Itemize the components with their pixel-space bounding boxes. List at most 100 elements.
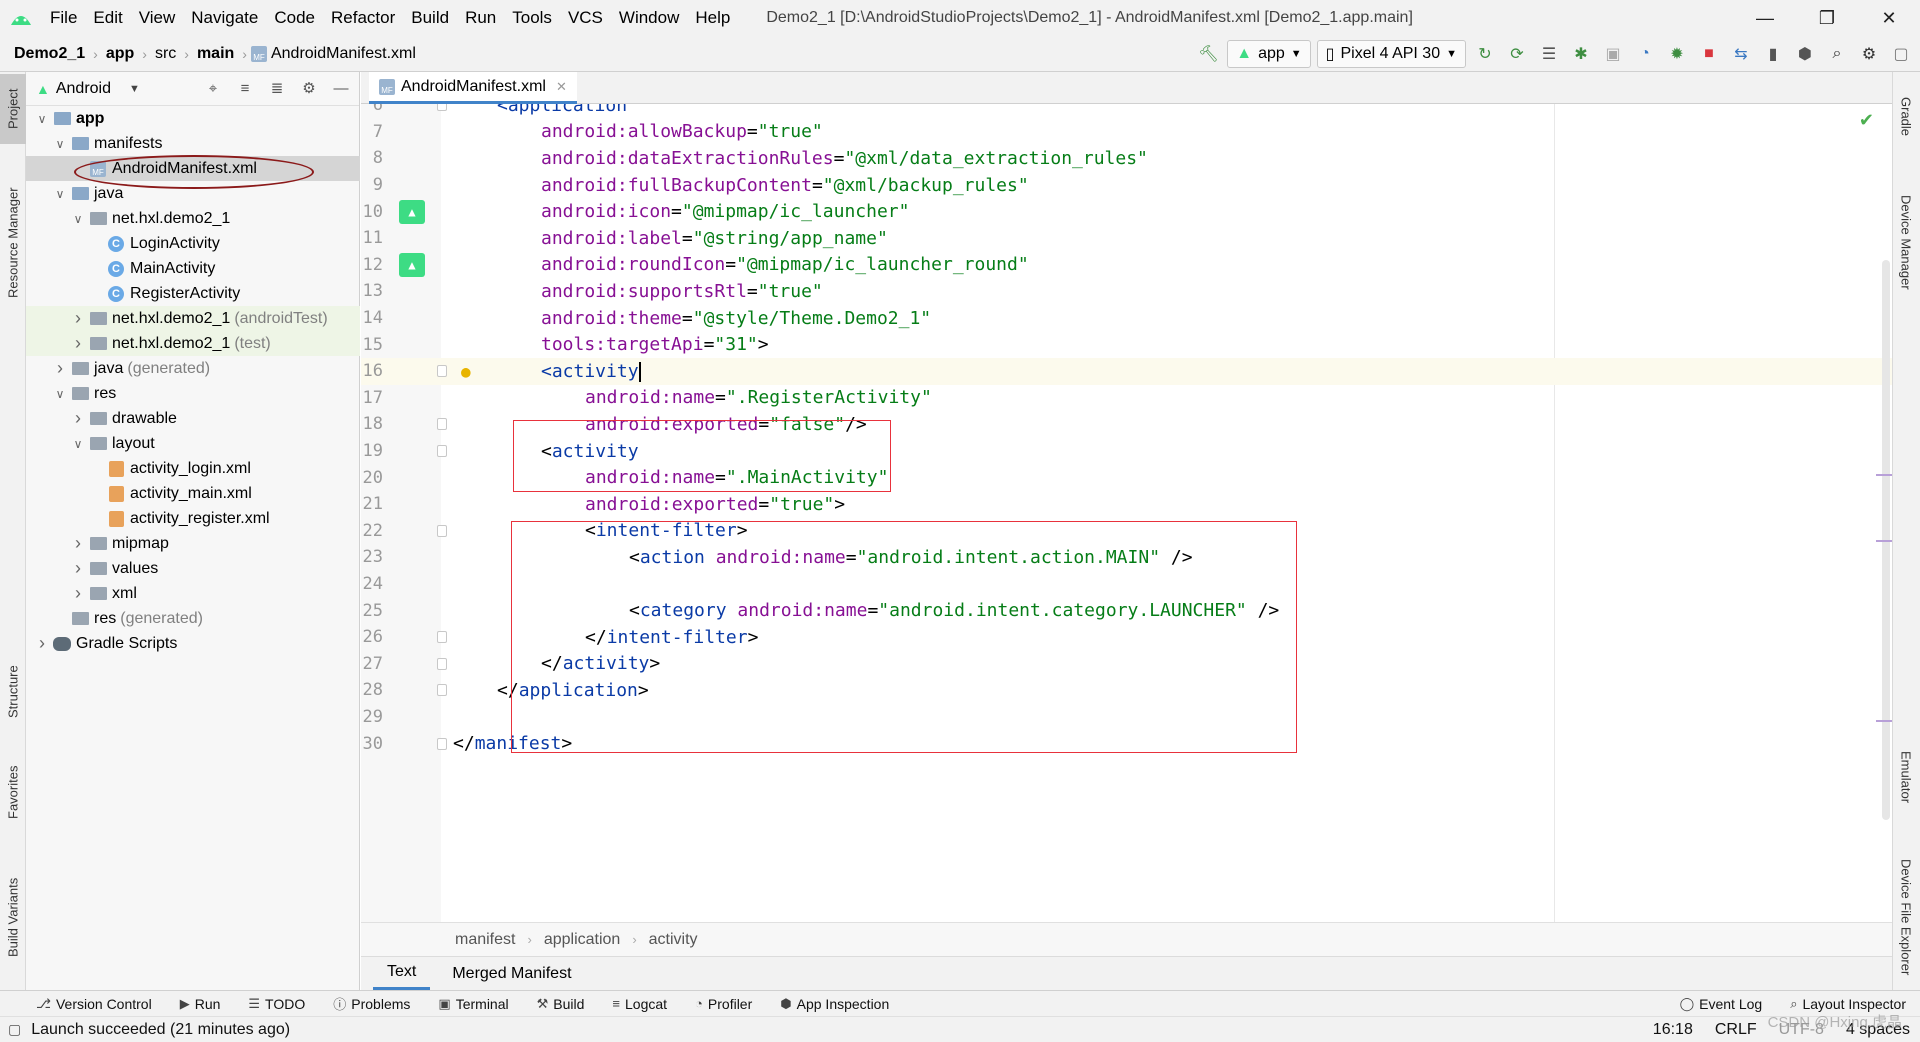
minimize-icon[interactable]: — bbox=[1734, 0, 1796, 36]
fold-marker-icon[interactable] bbox=[437, 104, 447, 112]
tool-problems[interactable]: ⓘ Problems bbox=[319, 994, 424, 1013]
tree-item[interactable]: C RegisterActivity bbox=[26, 281, 360, 306]
tool-layout-inspector[interactable]: ⌕ Layout Inspector bbox=[1776, 996, 1920, 1012]
hide-icon[interactable]: — bbox=[329, 76, 353, 100]
tab-device-manager[interactable]: Device Manager bbox=[1892, 172, 1920, 312]
breadcrumb-application[interactable]: application bbox=[544, 931, 621, 949]
code-line[interactable]: 12 ▲ android:roundIcon="@mipmap/ic_launche… bbox=[361, 252, 1892, 279]
breadcrumb-src[interactable]: src bbox=[151, 45, 180, 63]
tab-merged-manifest[interactable]: Merged Manifest bbox=[438, 959, 585, 989]
breadcrumb-main[interactable]: main bbox=[193, 45, 238, 63]
android-resource-icon[interactable]: ▲ bbox=[399, 252, 425, 277]
tree-item[interactable]: › net.hxl.demo2_1 (test) bbox=[26, 331, 360, 356]
fold-marker-icon[interactable] bbox=[437, 418, 447, 431]
attach-debugger-icon[interactable]: ▣ bbox=[1600, 41, 1626, 67]
account-icon[interactable]: ▢ bbox=[1888, 41, 1914, 67]
fold-marker-icon[interactable] bbox=[437, 445, 447, 458]
tab-favorites[interactable]: Favorites bbox=[0, 752, 26, 832]
sdk-manager-icon[interactable]: ⬢ bbox=[1792, 41, 1818, 67]
code-line[interactable]: 11 android:label="@string/app_name" bbox=[361, 225, 1892, 252]
expand-all-icon[interactable]: ≡ bbox=[233, 76, 257, 100]
code-editor[interactable]: 6 <application 7 android:allowBackup="true"… bbox=[361, 104, 1892, 922]
code-line[interactable]: 8 android:dataExtractionRules="@xml/data_… bbox=[361, 145, 1892, 172]
fold-marker-icon[interactable] bbox=[437, 631, 447, 644]
profile-icon[interactable]: ◔ bbox=[1632, 41, 1658, 67]
tab-resource-manager[interactable]: Resource Manager bbox=[0, 168, 26, 318]
run-list-icon[interactable]: ☰ bbox=[1536, 41, 1562, 67]
chevron-down-icon[interactable]: ∨ bbox=[50, 137, 70, 151]
menu-vcs[interactable]: VCS bbox=[560, 8, 611, 28]
menu-run[interactable]: Run bbox=[457, 8, 504, 28]
device-manager-icon[interactable]: ▮ bbox=[1760, 41, 1786, 67]
menu-navigate[interactable]: Navigate bbox=[183, 8, 266, 28]
close-icon[interactable]: ✕ bbox=[1858, 0, 1920, 36]
code-line[interactable]: 16 ● <activity bbox=[361, 358, 1892, 385]
tree-item[interactable]: › mipmap bbox=[26, 531, 360, 556]
restore-icon[interactable]: ❐ bbox=[1796, 0, 1858, 36]
code-line[interactable]: 14 android:theme="@style/Theme.Demo2_1" bbox=[361, 305, 1892, 332]
run-config-select[interactable]: ▲ app ▼ bbox=[1227, 40, 1311, 68]
tree-item[interactable]: › java (generated) bbox=[26, 356, 360, 381]
tab-text[interactable]: Text bbox=[373, 957, 431, 990]
menu-window[interactable]: Window bbox=[611, 8, 687, 28]
gear-icon[interactable]: ⚙ bbox=[297, 76, 321, 100]
chevron-down-icon[interactable]: ∨ bbox=[32, 112, 52, 126]
breadcrumb-activity[interactable]: activity bbox=[649, 931, 698, 949]
caret-position[interactable]: 16:18 bbox=[1653, 1021, 1693, 1039]
tree-item[interactable]: ∨ res bbox=[26, 381, 360, 406]
collapse-all-icon[interactable]: ≣ bbox=[265, 76, 289, 100]
tree-item[interactable]: ∨ manifests bbox=[26, 131, 360, 156]
project-view-select[interactable]: Android bbox=[56, 80, 111, 98]
chevron-right-icon[interactable]: › bbox=[68, 583, 88, 604]
chevron-down-icon[interactable]: ∨ bbox=[50, 387, 70, 401]
locate-icon[interactable]: ⌖ bbox=[201, 76, 225, 100]
chevron-right-icon[interactable]: › bbox=[68, 308, 88, 329]
tool-build[interactable]: ⚒ Build bbox=[523, 996, 599, 1012]
tree-item[interactable]: res (generated) bbox=[26, 606, 360, 631]
chevron-down-icon[interactable]: ∨ bbox=[68, 212, 88, 226]
tree-item[interactable]: activity_register.xml bbox=[26, 506, 360, 531]
tab-gradle[interactable]: Gradle bbox=[1892, 82, 1920, 152]
chevron-right-icon[interactable]: › bbox=[68, 333, 88, 354]
code-line[interactable]: 7 android:allowBackup="true" bbox=[361, 119, 1892, 146]
debug-attach-icon[interactable]: ✹ bbox=[1664, 41, 1690, 67]
close-icon[interactable]: ✕ bbox=[556, 79, 567, 95]
tool-run[interactable]: ▶ Run bbox=[166, 996, 235, 1012]
code-line[interactable]: 6 <application bbox=[361, 104, 1892, 119]
device-select[interactable]: ▯ Pixel 4 API 30 ▼ bbox=[1316, 40, 1466, 68]
breadcrumb-manifest[interactable]: manifest bbox=[455, 931, 515, 949]
gear-icon[interactable]: ⚙ bbox=[1856, 41, 1882, 67]
menu-tools[interactable]: Tools bbox=[504, 8, 560, 28]
tool-version-control[interactable]: ⎇ Version Control bbox=[22, 996, 166, 1012]
tree-item[interactable]: › drawable bbox=[26, 406, 360, 431]
code-line[interactable]: 10 ▲ android:icon="@mipmap/ic_launcher" bbox=[361, 198, 1892, 225]
android-resource-icon[interactable]: ▲ bbox=[399, 199, 425, 224]
menu-help[interactable]: Help bbox=[687, 8, 738, 28]
apply-code-changes-icon[interactable]: ⟳ bbox=[1504, 41, 1530, 67]
chevron-right-icon[interactable]: › bbox=[68, 558, 88, 579]
tree-item[interactable]: activity_login.xml bbox=[26, 456, 360, 481]
tab-build-variants[interactable]: Build Variants bbox=[0, 862, 26, 972]
menu-code[interactable]: Code bbox=[266, 8, 323, 28]
stop-icon[interactable]: ■ bbox=[1696, 41, 1722, 67]
breadcrumb-project[interactable]: Demo2_1 bbox=[10, 45, 89, 63]
code-line[interactable]: 13 android:supportsRtl="true" bbox=[361, 278, 1892, 305]
debug-icon[interactable]: ✱ bbox=[1568, 41, 1594, 67]
breadcrumb-file[interactable]: AndroidManifest.xml bbox=[267, 45, 420, 63]
tree-item[interactable]: activity_main.xml bbox=[26, 481, 360, 506]
tab-emulator[interactable]: Emulator bbox=[1892, 732, 1920, 822]
apply-changes-icon[interactable]: ↻ bbox=[1472, 41, 1498, 67]
tool-event-log[interactable]: ◯ Event Log bbox=[1666, 996, 1777, 1012]
code-line[interactable]: 17 android:name=".RegisterActivity" bbox=[361, 385, 1892, 412]
tree-item[interactable]: C LoginActivity bbox=[26, 231, 360, 256]
code-line[interactable]: 15 tools:targetApi="31"> bbox=[361, 331, 1892, 358]
tool-terminal[interactable]: ▣ Terminal bbox=[424, 996, 522, 1012]
chevron-down-icon[interactable]: ▼ bbox=[129, 83, 140, 95]
tab-device-file-explorer[interactable]: Device File Explorer bbox=[1892, 832, 1920, 1002]
tree-item[interactable]: › net.hxl.demo2_1 (androidTest) bbox=[26, 306, 360, 331]
tree-item[interactable]: › xml bbox=[26, 581, 360, 606]
menu-file[interactable]: File bbox=[42, 8, 85, 28]
tool-app-inspection[interactable]: ⬢ App Inspection bbox=[766, 996, 903, 1012]
sync-gradle-icon[interactable]: ⇆ bbox=[1728, 41, 1754, 67]
tab-project[interactable]: Project bbox=[0, 74, 26, 144]
